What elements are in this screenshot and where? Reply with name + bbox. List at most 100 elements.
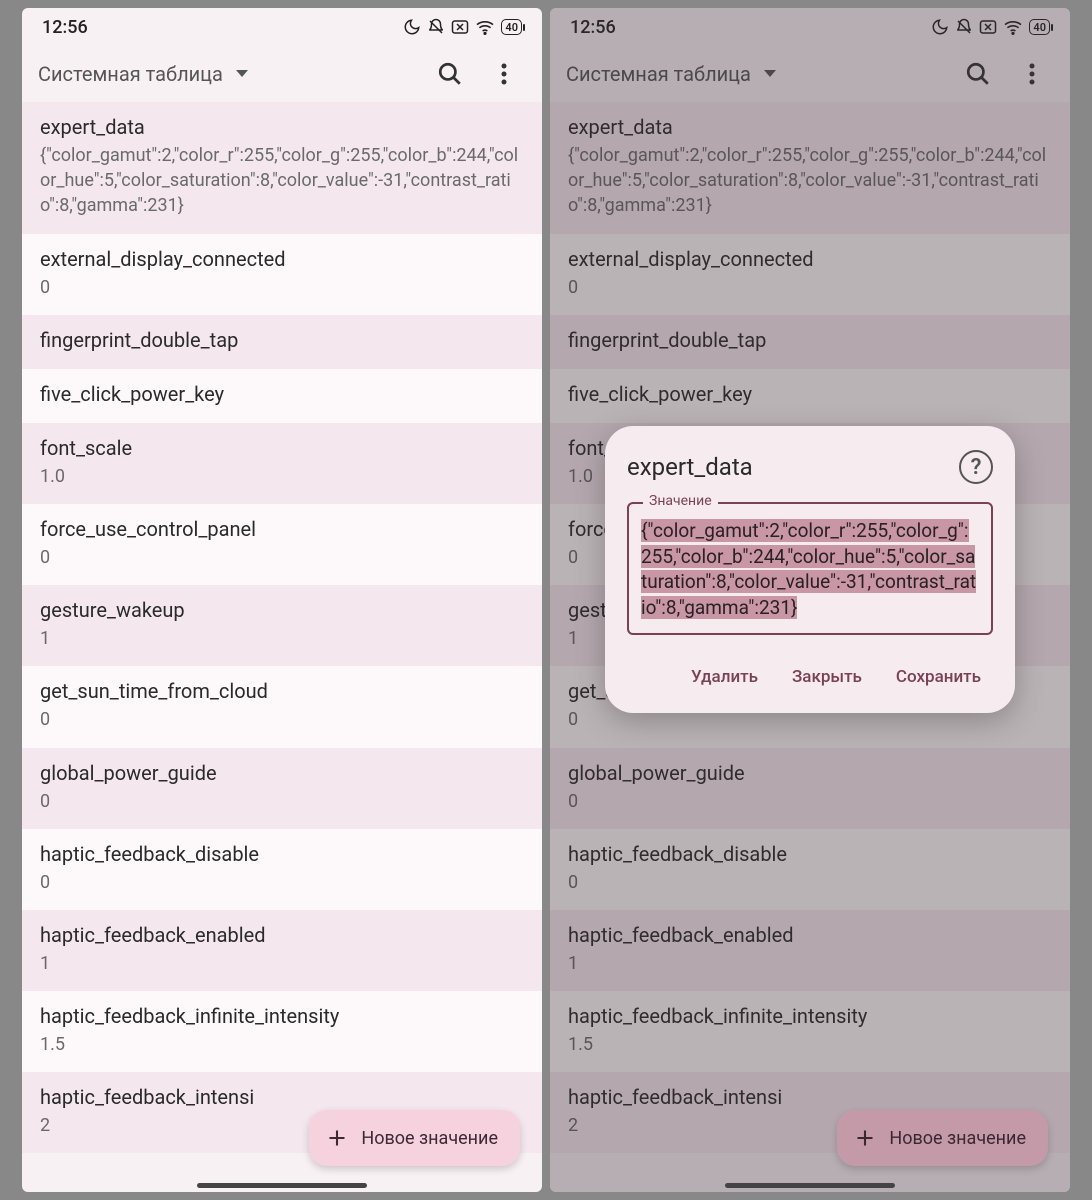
status-icons: 40 — [931, 18, 1050, 36]
fab-new-value[interactable]: Новое значение — [309, 1110, 520, 1166]
row-value: 0 — [40, 870, 524, 895]
row-key: expert_data — [568, 114, 1052, 141]
phone-right: 12:56 40 Системная таблица — [550, 8, 1070, 1192]
chevron-down-icon — [235, 69, 249, 79]
battery-icon: 40 — [1029, 19, 1050, 35]
save-button[interactable]: Сохранить — [884, 657, 993, 697]
row-key: haptic_feedback_infinite_intensity — [40, 1003, 524, 1030]
more-icon — [1029, 62, 1035, 86]
row-value: 0 — [568, 870, 1052, 895]
mute-icon — [955, 18, 973, 36]
row-key: global_power_guide — [568, 760, 1052, 787]
plus-icon — [855, 1128, 875, 1148]
row-value: 1.0 — [40, 464, 524, 489]
row-value: 0 — [40, 545, 524, 570]
dropdown-label: Системная таблица — [566, 62, 751, 86]
search-icon — [965, 61, 991, 87]
list-item[interactable]: external_display_connected0 — [550, 234, 1070, 315]
overflow-button[interactable] — [482, 52, 526, 96]
dropdown-label: Системная таблица — [38, 62, 223, 86]
list-item[interactable]: haptic_feedback_enabled1 — [550, 910, 1070, 991]
nav-handle[interactable] — [725, 1183, 895, 1188]
mute-icon — [427, 18, 445, 36]
row-key: expert_data — [40, 114, 524, 141]
table-dropdown[interactable]: Системная таблица — [566, 62, 777, 86]
row-key: haptic_feedback_intensi — [40, 1084, 524, 1111]
overflow-button[interactable] — [1010, 52, 1054, 96]
moon-icon — [403, 18, 421, 36]
list-item[interactable]: global_power_guide0 — [550, 748, 1070, 829]
more-icon — [501, 62, 507, 86]
row-key: font_scale — [40, 435, 524, 462]
chevron-down-icon — [763, 69, 777, 79]
phone-left: 12:56 40 Системная таблица — [22, 8, 542, 1192]
list-item[interactable]: gesture_wakeup1 — [22, 585, 542, 666]
list-item[interactable]: expert_data{"color_gamut":2,"color_r":25… — [22, 102, 542, 234]
nav-handle[interactable] — [197, 1183, 367, 1188]
row-key: haptic_feedback_infinite_intensity — [568, 1003, 1052, 1030]
row-key: external_display_connected — [568, 246, 1052, 273]
settings-list[interactable]: expert_data{"color_gamut":2,"color_r":25… — [22, 102, 542, 1192]
list-item[interactable]: five_click_power_key — [550, 369, 1070, 423]
value-field[interactable]: Значение {"color_gamut":2,"color_r":255,… — [627, 502, 993, 635]
status-bar: 12:56 40 — [550, 8, 1070, 46]
list-item[interactable]: font_scale1.0 — [22, 423, 542, 504]
table-dropdown[interactable]: Системная таблица — [38, 62, 249, 86]
row-key: haptic_feedback_enabled — [40, 922, 524, 949]
fab-new-value[interactable]: Новое значение — [837, 1110, 1048, 1166]
plus-icon — [327, 1128, 347, 1148]
toolbar: Системная таблица — [550, 46, 1070, 102]
status-icons: 40 — [403, 18, 522, 36]
row-value: 0 — [40, 707, 524, 732]
wifi-icon — [475, 19, 495, 35]
row-key: five_click_power_key — [568, 381, 1052, 408]
close-box-icon — [451, 19, 469, 35]
battery-icon: 40 — [501, 19, 522, 35]
search-button[interactable] — [428, 52, 472, 96]
row-value: 1.5 — [568, 1032, 1052, 1057]
row-value: {"color_gamut":2,"color_r":255,"color_g"… — [40, 143, 524, 219]
list-item[interactable]: expert_data{"color_gamut":2,"color_r":25… — [550, 102, 1070, 234]
list-item[interactable]: external_display_connected0 — [22, 234, 542, 315]
moon-icon — [931, 18, 949, 36]
list-item[interactable]: haptic_feedback_disable0 — [550, 829, 1070, 910]
list-item[interactable]: fingerprint_double_tap — [550, 315, 1070, 369]
toolbar: Системная таблица — [22, 46, 542, 102]
search-icon — [437, 61, 463, 87]
row-value: 1 — [40, 626, 524, 651]
clock: 12:56 — [570, 17, 616, 38]
row-value: 0 — [568, 789, 1052, 814]
row-value: 0 — [40, 275, 524, 300]
row-key: global_power_guide — [40, 760, 524, 787]
list-item[interactable]: haptic_feedback_infinite_intensity1.5 — [550, 991, 1070, 1072]
row-value: 1.5 — [40, 1032, 524, 1057]
search-button[interactable] — [956, 52, 1000, 96]
help-button[interactable]: ? — [959, 450, 993, 484]
close-box-icon — [979, 19, 997, 35]
list-item[interactable]: haptic_feedback_enabled1 — [22, 910, 542, 991]
row-key: gesture_wakeup — [40, 597, 524, 624]
list-item[interactable]: fingerprint_double_tap — [22, 315, 542, 369]
row-value: {"color_gamut":2,"color_r":255,"color_g"… — [568, 143, 1052, 219]
list-item[interactable]: global_power_guide0 — [22, 748, 542, 829]
list-item[interactable]: force_use_control_panel0 — [22, 504, 542, 585]
row-key: fingerprint_double_tap — [40, 327, 524, 354]
row-key: get_sun_time_from_cloud — [40, 678, 524, 705]
field-value[interactable]: {"color_gamut":2,"color_r":255,"color_g"… — [641, 518, 979, 621]
delete-button[interactable]: Удалить — [679, 657, 770, 697]
row-value: 0 — [568, 275, 1052, 300]
list-item[interactable]: five_click_power_key — [22, 369, 542, 423]
clock: 12:56 — [42, 17, 88, 38]
close-button[interactable]: Закрыть — [780, 657, 874, 697]
list-item[interactable]: haptic_feedback_infinite_intensity1.5 — [22, 991, 542, 1072]
row-value: 1 — [40, 951, 524, 976]
row-key: haptic_feedback_enabled — [568, 922, 1052, 949]
row-value: 0 — [40, 789, 524, 814]
dialog-title: expert_data — [627, 453, 753, 481]
list-item[interactable]: haptic_feedback_disable0 — [22, 829, 542, 910]
list-item[interactable]: get_sun_time_from_cloud0 — [22, 666, 542, 747]
fab-label: Новое значение — [889, 1128, 1026, 1149]
wifi-icon — [1003, 19, 1023, 35]
fab-label: Новое значение — [361, 1128, 498, 1149]
field-label: Значение — [643, 493, 718, 509]
